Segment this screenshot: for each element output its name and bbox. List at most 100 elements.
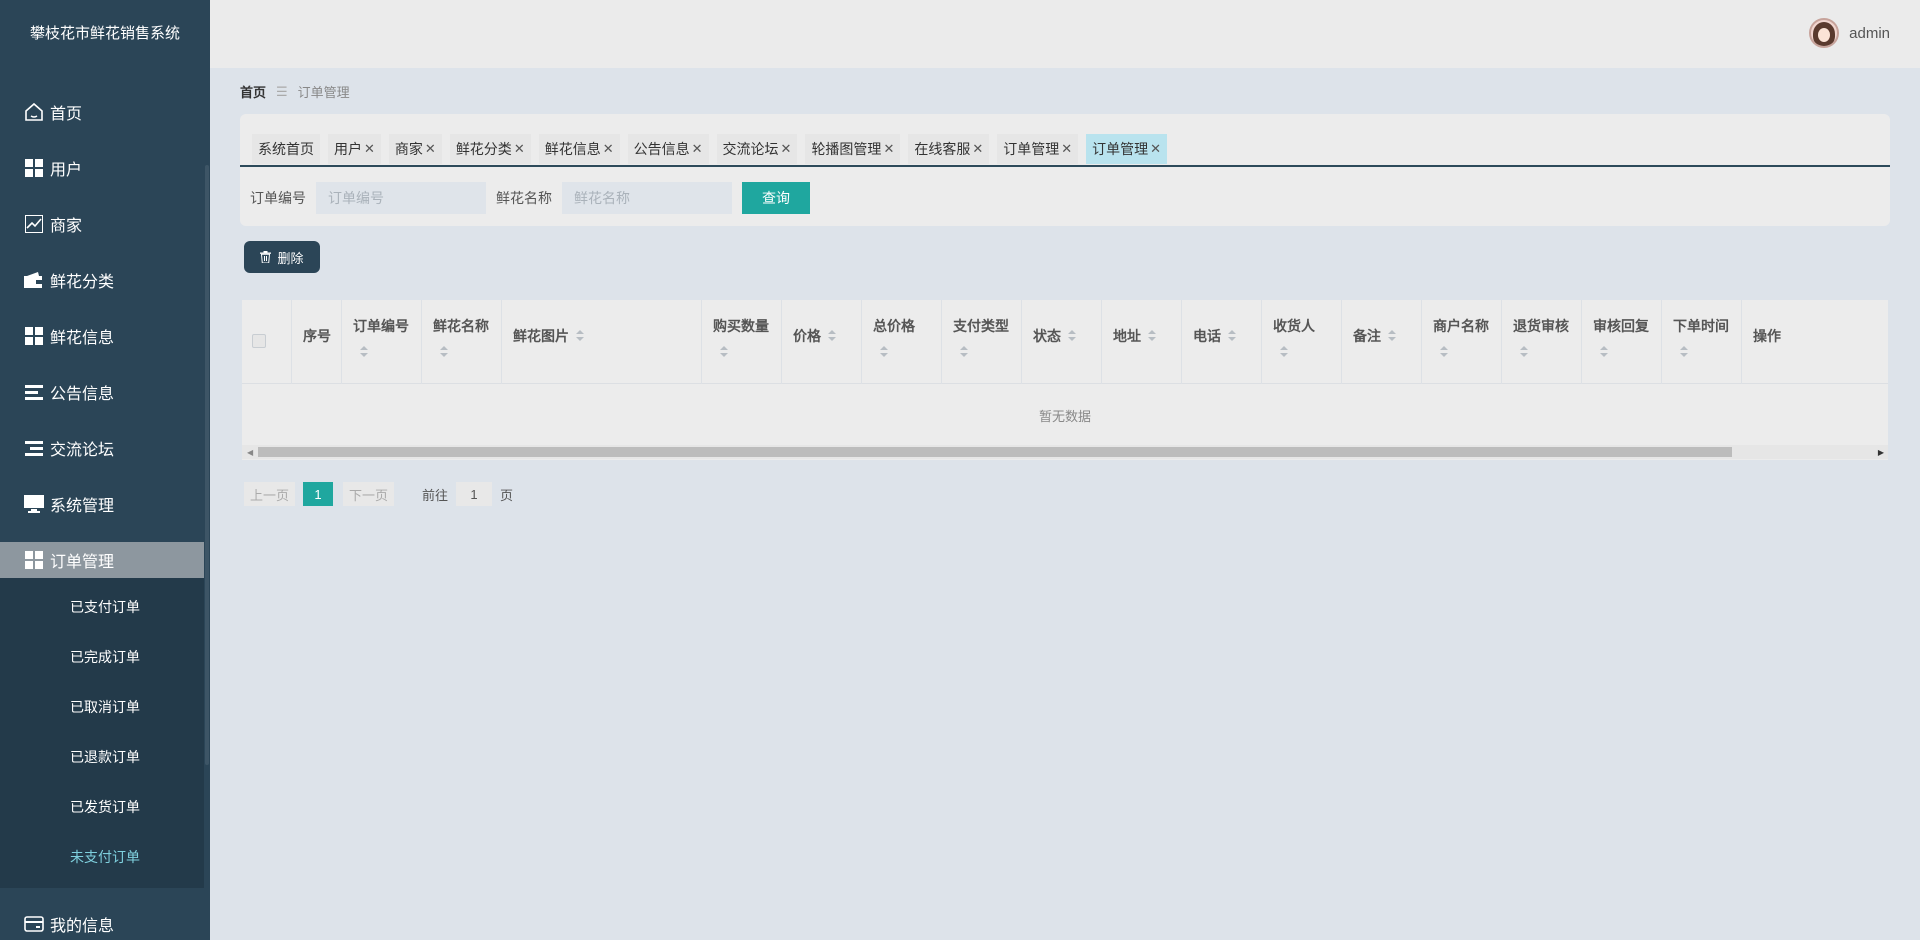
tab-merchants[interactable]: 商家 ✕	[388, 134, 442, 164]
order-no-input[interactable]	[316, 182, 486, 214]
col-index: 序号	[292, 300, 342, 384]
col-order-time[interactable]: 下单时间	[1662, 300, 1742, 384]
user-menu[interactable]: admin	[1809, 18, 1890, 48]
close-icon[interactable]: ✕	[883, 141, 894, 157]
sort-icon[interactable]	[1600, 346, 1608, 358]
sort-icon[interactable]	[828, 330, 836, 342]
col-payment-type[interactable]: 支付类型	[942, 300, 1022, 384]
col-total-price[interactable]: 总价格	[862, 300, 942, 384]
close-icon[interactable]: ✕	[692, 141, 703, 157]
sort-icon[interactable]	[1148, 330, 1156, 342]
close-icon[interactable]: ✕	[1150, 141, 1161, 157]
goto-page-input[interactable]	[456, 482, 493, 506]
table-horizontal-scrollbar[interactable]: ◀ ▶	[242, 445, 1888, 459]
col-receiver[interactable]: 收货人	[1262, 300, 1342, 384]
tab-system-home[interactable]: 系统首页	[252, 134, 320, 164]
sort-icon[interactable]	[1440, 346, 1448, 358]
sidebar-item-users[interactable]: 用户	[0, 140, 204, 196]
next-page-button[interactable]: 下一页	[343, 482, 395, 506]
sort-icon[interactable]	[440, 346, 448, 358]
sort-icon[interactable]	[720, 346, 728, 358]
col-label: 备注	[1353, 328, 1381, 344]
avatar[interactable]	[1809, 18, 1840, 48]
sidebar-item-merchants[interactable]: 商家	[0, 196, 204, 252]
tab-online-service[interactable]: 在线客服 ✕	[908, 134, 990, 164]
scroll-right-icon[interactable]: ▶	[1878, 448, 1884, 457]
submenu-item-paid[interactable]: 已支付订单	[0, 582, 204, 632]
flower-name-input[interactable]	[562, 182, 732, 214]
grid-icon	[24, 326, 44, 346]
close-icon[interactable]: ✕	[425, 141, 436, 157]
scroll-thumb[interactable]	[258, 447, 1732, 457]
tab-flower-info[interactable]: 鲜花信息 ✕	[538, 134, 620, 164]
tab-flower-category[interactable]: 鲜花分类 ✕	[449, 134, 531, 164]
col-phone[interactable]: 电话	[1182, 300, 1262, 384]
tab-users[interactable]: 用户 ✕	[328, 134, 381, 164]
col-flower-image[interactable]: 鲜花图片	[502, 300, 702, 384]
sort-icon[interactable]	[1680, 346, 1688, 358]
tab-announcements[interactable]: 公告信息 ✕	[627, 134, 709, 164]
wallet-icon	[24, 270, 44, 290]
sort-icon[interactable]	[1388, 330, 1396, 342]
username[interactable]: admin	[1849, 25, 1890, 42]
col-flower-name[interactable]: 鲜花名称	[422, 300, 502, 384]
select-all-checkbox[interactable]	[252, 334, 266, 348]
col-remark[interactable]: 备注	[1342, 300, 1422, 384]
tab-orders-active[interactable]: 订单管理 ✕	[1086, 134, 1168, 164]
sidebar-item-forum[interactable]: 交流论坛	[0, 420, 204, 476]
col-return-review[interactable]: 退货审核	[1502, 300, 1582, 384]
query-button[interactable]: 查询	[742, 182, 810, 214]
tab-label: 交流论坛	[722, 141, 779, 157]
card-icon	[24, 914, 44, 934]
tab-label: 公告信息	[633, 141, 690, 157]
sort-icon[interactable]	[880, 346, 888, 358]
col-address[interactable]: 地址	[1102, 300, 1182, 384]
submenu-item-shipped[interactable]: 已发货订单	[0, 782, 204, 832]
col-label: 审核回复	[1593, 318, 1649, 334]
close-icon[interactable]: ✕	[514, 141, 525, 157]
col-status[interactable]: 状态	[1022, 300, 1102, 384]
submenu-item-cancelled[interactable]: 已取消订单	[0, 682, 204, 732]
order-no-label: 订单编号	[250, 190, 306, 206]
sort-icon[interactable]	[1280, 346, 1288, 358]
close-icon[interactable]: ✕	[1061, 141, 1072, 157]
sort-icon[interactable]	[1068, 330, 1076, 342]
tab-label: 订单管理	[1003, 141, 1060, 157]
col-label: 操作	[1753, 328, 1781, 344]
sidebar-item-orders[interactable]: 订单管理	[0, 542, 204, 578]
col-price[interactable]: 价格	[782, 300, 862, 384]
col-review-reply[interactable]: 审核回复	[1582, 300, 1662, 384]
sidebar-scrollbar[interactable]	[204, 0, 210, 940]
breadcrumb-home[interactable]: 首页	[240, 82, 266, 101]
col-merchant-name[interactable]: 商户名称	[1422, 300, 1502, 384]
close-icon[interactable]: ✕	[603, 141, 614, 157]
submenu-item-unpaid[interactable]: 未支付订单	[0, 832, 204, 882]
sort-icon[interactable]	[1520, 346, 1528, 358]
sidebar-item-system[interactable]: 系统管理	[0, 476, 204, 532]
sort-icon[interactable]	[960, 346, 968, 358]
sidebar-item-announcements[interactable]: 公告信息	[0, 364, 204, 420]
delete-button[interactable]: 删除	[244, 241, 320, 273]
prev-page-button[interactable]: 上一页	[244, 482, 296, 506]
page-number-current[interactable]: 1	[303, 482, 334, 506]
sidebar-item-flower-info[interactable]: 鲜花信息	[0, 308, 204, 364]
sidebar-item-my-info[interactable]: 我的信息	[0, 896, 204, 940]
sort-icon[interactable]	[1228, 330, 1236, 342]
tab-forum[interactable]: 交流论坛 ✕	[716, 134, 798, 164]
submenu-item-completed[interactable]: 已完成订单	[0, 632, 204, 682]
close-icon[interactable]: ✕	[972, 141, 983, 157]
sidebar-item-flower-category[interactable]: 鲜花分类	[0, 252, 204, 308]
close-icon[interactable]: ✕	[781, 141, 792, 157]
sidebar-scroll-thumb[interactable]	[205, 165, 209, 765]
col-order-no[interactable]: 订单编号	[342, 300, 422, 384]
tab-orders[interactable]: 订单管理 ✕	[997, 134, 1079, 164]
tab-carousel[interactable]: 轮播图管理 ✕	[805, 134, 901, 164]
close-icon[interactable]: ✕	[364, 141, 375, 157]
scroll-left-icon[interactable]: ◀	[247, 448, 253, 457]
col-quantity[interactable]: 购买数量	[702, 300, 782, 384]
sort-icon[interactable]	[576, 330, 584, 342]
sidebar-item-home[interactable]: 首页	[0, 84, 204, 140]
grid-icon	[24, 158, 44, 178]
submenu-item-refunded[interactable]: 已退款订单	[0, 732, 204, 782]
sort-icon[interactable]	[360, 346, 368, 358]
